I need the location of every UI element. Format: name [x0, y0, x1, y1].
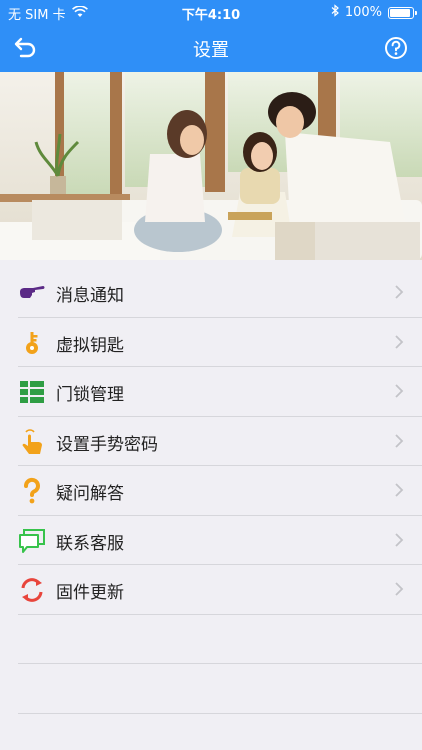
menu-item-label: 联系客服 — [56, 533, 124, 554]
menu-item-label: 消息通知 — [56, 286, 124, 306]
menu-item-virtual-key[interactable]: 虚拟钥匙 — [18, 318, 422, 367]
chevron-right-icon — [395, 433, 404, 448]
menu-item-label: 设置手势密码 — [56, 434, 158, 455]
chat-bubble-icon — [18, 527, 46, 555]
menu-item-label: 固件更新 — [56, 583, 124, 603]
chevron-right-icon — [395, 532, 404, 547]
bluetooth-icon — [331, 4, 339, 21]
help-circle-icon — [385, 37, 407, 59]
empty-row — [18, 615, 422, 664]
status-bar: 无 SIM 卡 下午4:10 100% — [0, 0, 422, 24]
navigation-bar: 设置 — [0, 24, 422, 72]
menu-item-firmware-update[interactable]: 固件更新 — [18, 565, 422, 615]
menu-item-faq[interactable]: 疑问解答 — [18, 466, 422, 516]
refresh-icon — [18, 576, 46, 604]
menu-item-label: 虚拟钥匙 — [56, 335, 124, 356]
battery-icon — [388, 6, 417, 19]
help-button[interactable] — [384, 36, 408, 60]
empty-row — [18, 664, 422, 714]
key-icon — [18, 329, 46, 357]
menu-item-label: 门锁管理 — [56, 385, 124, 405]
chevron-right-icon — [395, 334, 404, 349]
chevron-right-icon — [395, 483, 404, 497]
menu-item-door-lock-management[interactable]: 门锁管理 — [18, 367, 422, 417]
menu-item-message-notification[interactable]: 消息通知 — [18, 268, 422, 318]
chevron-right-icon — [395, 285, 404, 299]
question-mark-icon — [18, 477, 46, 505]
settings-menu: 消息通知 虚拟钥匙 门锁管理 设置手势密码 疑问解答 联系客服 固件更新 — [0, 268, 422, 714]
battery-percent: 100% — [344, 5, 382, 20]
pointing-hand-icon — [18, 279, 46, 307]
chevron-right-icon — [395, 582, 404, 596]
menu-item-gesture-password[interactable]: 设置手势密码 — [18, 417, 422, 466]
gesture-touch-icon — [18, 428, 46, 456]
family-banner-image — [0, 72, 422, 260]
page-title: 设置 — [193, 40, 229, 61]
menu-item-label: 疑问解答 — [56, 484, 124, 504]
menu-item-contact-support[interactable]: 联系客服 — [18, 516, 422, 565]
list-grid-icon — [18, 378, 46, 406]
chevron-right-icon — [395, 384, 404, 398]
status-right: 100% — [331, 4, 417, 21]
